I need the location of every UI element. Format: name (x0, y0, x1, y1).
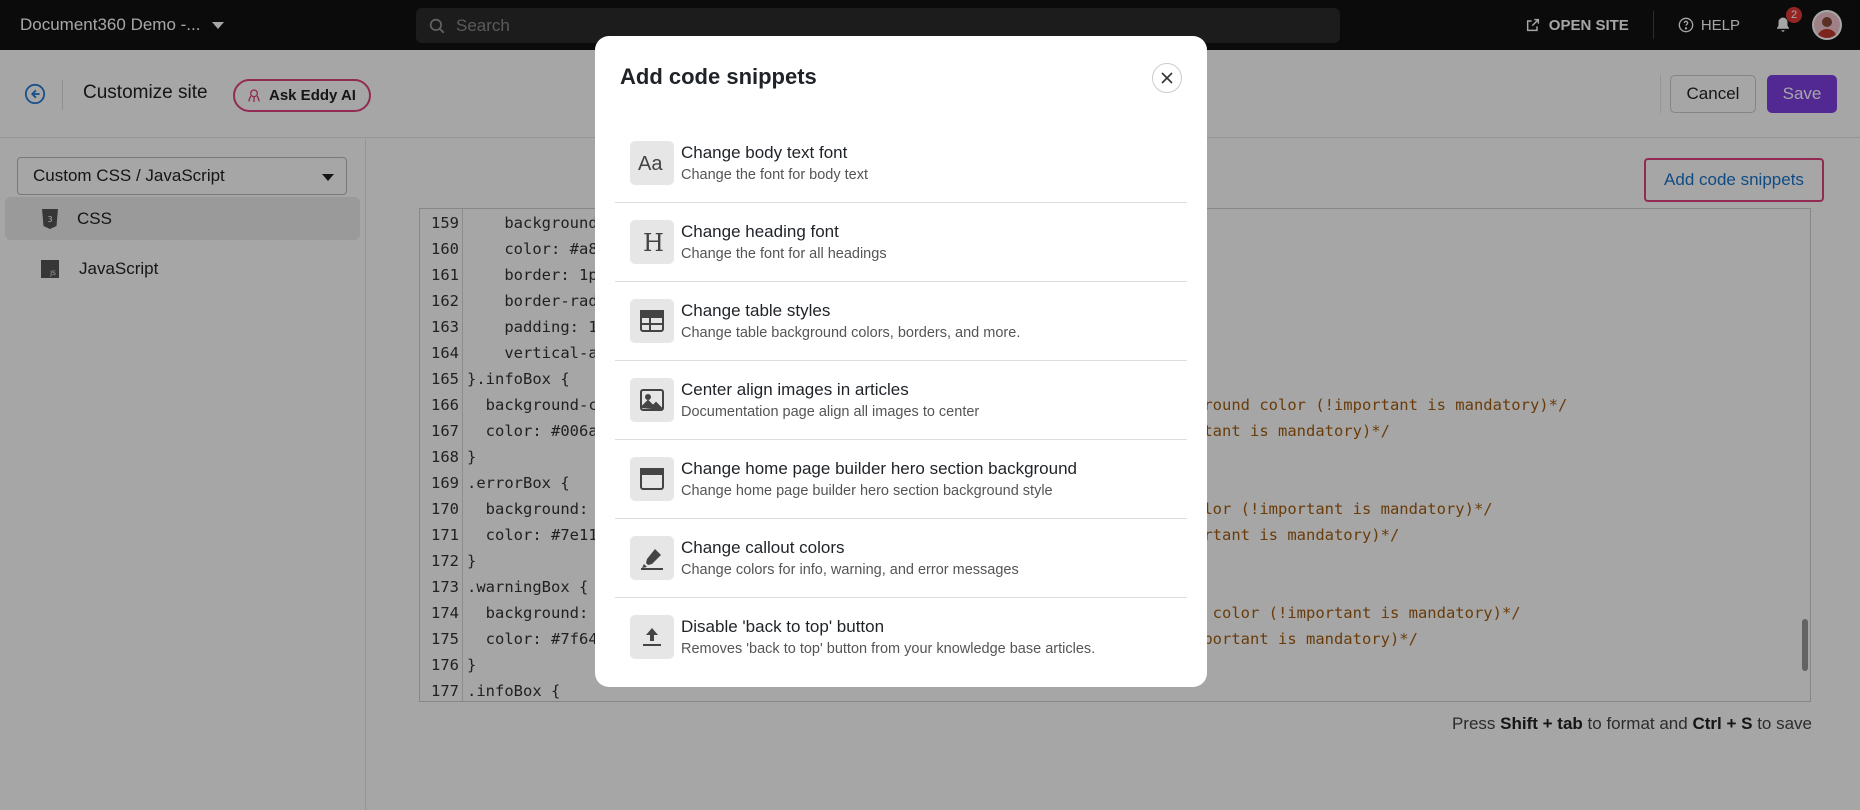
snippet-description: Change the font for all headings (681, 246, 887, 262)
hero-section-icon (630, 457, 674, 501)
font-icon: Aa (630, 141, 674, 185)
snippet-title: Disable 'back to top' button (681, 617, 885, 636)
snippet-item-center-images[interactable]: Center align images in articles Document… (615, 361, 1187, 440)
snippet-item-hero-background[interactable]: Change home page builder hero section ba… (615, 440, 1187, 519)
snippet-title: Change body text font (681, 143, 848, 162)
snippet-description: Change colors for info, warning, and err… (681, 562, 1019, 578)
highlighter-icon (630, 536, 674, 580)
snippet-description: Change home page builder hero section ba… (681, 483, 1053, 499)
add-code-snippets-dialog: Add code snippets Aa Change body text fo… (595, 36, 1207, 687)
snippet-item-back-to-top[interactable]: Disable 'back to top' button Removes 'ba… (615, 598, 1187, 677)
snippet-item-body-font[interactable]: Aa Change body text font Change the font… (615, 124, 1187, 203)
snippet-description: Change table background colors, borders,… (681, 325, 1021, 341)
snippet-title: Change callout colors (681, 538, 845, 557)
snippet-item-callout-colors[interactable]: Change callout colors Change colors for … (615, 519, 1187, 598)
snippet-title: Change table styles (681, 301, 831, 320)
snippet-item-table-styles[interactable]: Change table styles Change table backgro… (615, 282, 1187, 361)
table-icon (630, 299, 674, 343)
snippet-description: Change the font for body text (681, 167, 869, 183)
snippet-title: Change heading font (681, 222, 839, 241)
image-icon (630, 378, 674, 422)
close-button[interactable] (1152, 63, 1182, 93)
snippet-item-heading-font[interactable]: H Change heading font Change the font fo… (615, 203, 1187, 282)
dialog-title: Add code snippets (620, 64, 817, 89)
snippet-description: Removes 'back to top' button from your k… (681, 641, 1096, 657)
svg-text:H: H (643, 230, 664, 254)
upload-icon (630, 615, 674, 659)
close-icon (1161, 72, 1173, 84)
snippet-title: Center align images in articles (681, 380, 909, 399)
snippet-title: Change home page builder hero section ba… (681, 459, 1077, 478)
snippet-description: Documentation page align all images to c… (681, 404, 980, 420)
svg-text:Aa: Aa (638, 153, 663, 174)
heading-icon: H (630, 220, 674, 264)
snippet-list: Aa Change body text font Change the font… (615, 124, 1187, 677)
